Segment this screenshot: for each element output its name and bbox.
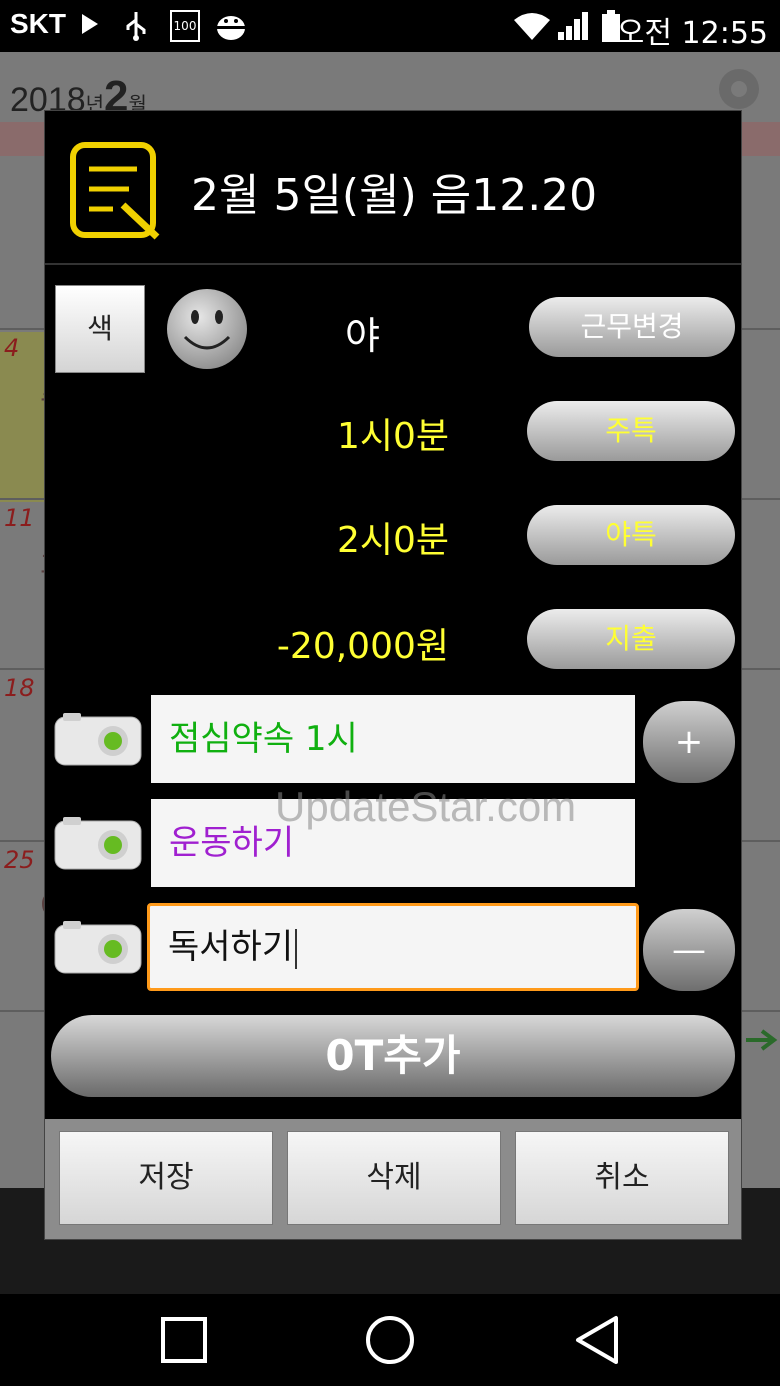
memo-note-icon — [70, 142, 160, 240]
dialog-header: 2월 5일(월) 음12.20 — [45, 111, 741, 265]
day-number: 25 — [4, 846, 35, 874]
remove-memo-button[interactable]: — — [643, 909, 735, 991]
recent-apps-icon[interactable] — [160, 1316, 208, 1364]
wifi-icon — [514, 13, 550, 40]
next-arrow-icon — [746, 1029, 778, 1051]
expense-value: -20,000원 — [276, 626, 449, 667]
add-memo-button[interactable]: + — [643, 701, 735, 783]
delete-button[interactable]: 삭제 — [287, 1131, 501, 1225]
ot-add-button[interactable]: 0T추가 — [51, 1015, 735, 1097]
color-button-label: 색 — [87, 312, 113, 345]
battery-label: 100 — [173, 19, 197, 33]
day-number: 4 — [4, 334, 20, 362]
color-button[interactable]: 색 — [55, 285, 145, 373]
expense-button[interactable]: 지출 — [527, 609, 735, 669]
day-number: 11 — [4, 504, 35, 532]
play-icon — [82, 14, 98, 34]
remove-memo-label: — — [672, 930, 706, 970]
ot-add-label: 0T추가 — [325, 1031, 461, 1080]
save-label: 저장 — [138, 1160, 194, 1195]
expense-label: 지출 — [605, 622, 657, 655]
clock: 오전 12:55 — [616, 16, 768, 51]
carrier-label: SKT — [10, 8, 66, 39]
camera-icon[interactable] — [53, 815, 143, 871]
text-cursor — [295, 928, 298, 969]
change-shift-button[interactable]: 근무변경 — [529, 297, 735, 357]
memo-field-3[interactable]: 독서하기 — [147, 903, 639, 991]
dialog-footer: 저장 삭제 취소 — [45, 1119, 741, 1239]
back-icon[interactable] — [572, 1314, 622, 1366]
memo-text-1: 점심약속 1시 — [169, 719, 358, 759]
day-edit-dialog: 2월 5일(월) 음12.20 색 야 근무변경 1시0분 주특 2시0분 야특… — [44, 110, 742, 1240]
camera-icon[interactable] — [53, 711, 143, 767]
delete-label: 삭제 — [366, 1160, 422, 1195]
navigation-bar — [0, 1294, 780, 1386]
cancel-button[interactable]: 취소 — [515, 1131, 729, 1225]
day-overtime-value: 1시0분 — [336, 416, 449, 457]
memo-text-3: 독서하기 — [168, 927, 294, 967]
usb-icon — [126, 12, 146, 41]
night-overtime-value: 2시0분 — [336, 520, 449, 561]
add-memo-label: + — [674, 722, 704, 762]
status-bar: SKT 100 오전 12:55 — [0, 0, 780, 52]
shift-value: 야 — [345, 314, 380, 358]
day-overtime-button[interactable]: 주특 — [527, 401, 735, 461]
home-icon[interactable] — [364, 1314, 416, 1366]
camera-icon[interactable] — [53, 919, 143, 975]
signal-icon — [558, 12, 588, 40]
battery-saver-icon: 100 — [170, 10, 200, 42]
android-debug-icon — [217, 16, 245, 40]
save-button[interactable]: 저장 — [59, 1131, 273, 1225]
day-number: 18 — [4, 674, 35, 702]
night-overtime-label: 야특 — [605, 518, 657, 551]
dialog-title: 2월 5일(월) 음12.20 — [191, 170, 598, 221]
memo-field-1[interactable]: 점심약속 1시 — [151, 695, 635, 783]
night-overtime-button[interactable]: 야특 — [527, 505, 735, 565]
watermark: UpdateStar.com — [275, 783, 577, 830]
day-overtime-label: 주특 — [605, 414, 657, 447]
smiley-face-icon[interactable] — [165, 287, 249, 371]
change-shift-label: 근무변경 — [580, 310, 684, 343]
cancel-label: 취소 — [594, 1160, 650, 1195]
